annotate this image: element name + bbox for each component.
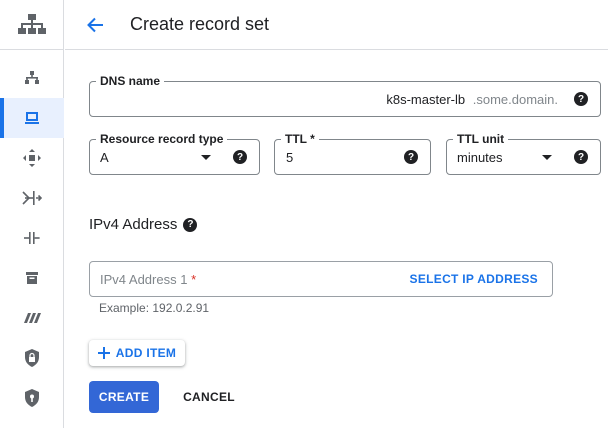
back-arrow-icon[interactable] (83, 13, 107, 37)
connectivity-icon[interactable] (0, 218, 64, 258)
ttl-unit-value: minutes (457, 150, 503, 165)
help-icon[interactable]: ? (574, 150, 588, 164)
ipv4-hint: Example: 192.0.2.91 (99, 301, 210, 315)
network-icon[interactable] (0, 58, 64, 98)
ipv4-placeholder: IPv4 Address 1 (100, 272, 188, 287)
nav-rail (0, 0, 64, 428)
help-icon[interactable]: ? (233, 150, 247, 164)
help-icon[interactable]: ? (404, 150, 418, 164)
record-type-select[interactable]: Resource record type A ? (89, 132, 260, 175)
route-icon[interactable] (0, 178, 64, 218)
dns-name-field[interactable]: DNS name k8s-master-lb .some.domain. ? (89, 74, 601, 117)
page-header: Create record set (65, 0, 608, 50)
stripes-icon[interactable] (0, 298, 64, 338)
add-item-button[interactable]: ADD ITEM (89, 340, 185, 366)
ipv4-placeholder-group: IPv4 Address 1 * (100, 272, 196, 287)
cancel-button[interactable]: CANCEL (175, 381, 243, 413)
computer-icon[interactable] (0, 98, 64, 138)
plus-icon (97, 347, 110, 359)
page-title: Create record set (130, 14, 270, 34)
help-icon[interactable]: ? (183, 217, 198, 232)
select-ip-address-button[interactable]: SELECT IP ADDRESS (410, 272, 538, 286)
ttl-unit-label: TTL unit (453, 132, 509, 146)
chevron-down-icon[interactable] (542, 155, 552, 160)
ipv4-section-label: IPv4 Address (89, 216, 178, 233)
move-icon[interactable] (0, 138, 64, 178)
record-type-value: A (100, 150, 109, 165)
ipv4-address-input[interactable]: IPv4 Address 1 * SELECT IP ADDRESS (89, 261, 553, 297)
ttl-label: TTL * (281, 132, 319, 146)
dns-name-suffix: .some.domain. (472, 92, 558, 107)
ipv4-section-title: IPv4 Address ? (89, 216, 198, 233)
chevron-down-icon[interactable] (201, 155, 211, 160)
help-icon[interactable]: ? (574, 92, 588, 106)
network-topology-icon[interactable] (0, 0, 64, 50)
create-button[interactable]: CREATE (89, 381, 159, 413)
lock-shield-icon[interactable] (0, 338, 64, 378)
ttl-value: 5 (286, 150, 294, 165)
shield-icon[interactable] (0, 378, 64, 418)
dns-name-value-group: k8s-master-lb .some.domain. (386, 92, 558, 107)
ttl-field[interactable]: TTL * 5 ? (274, 132, 431, 175)
required-mark: * (191, 272, 197, 287)
dns-name-label: DNS name (96, 74, 165, 88)
storage-icon[interactable] (0, 258, 64, 298)
ttl-unit-select[interactable]: TTL unit minutes ? (446, 132, 601, 175)
add-item-label: ADD ITEM (115, 346, 177, 360)
dns-name-value: k8s-master-lb (386, 92, 466, 107)
record-type-label: Resource record type (96, 132, 228, 146)
